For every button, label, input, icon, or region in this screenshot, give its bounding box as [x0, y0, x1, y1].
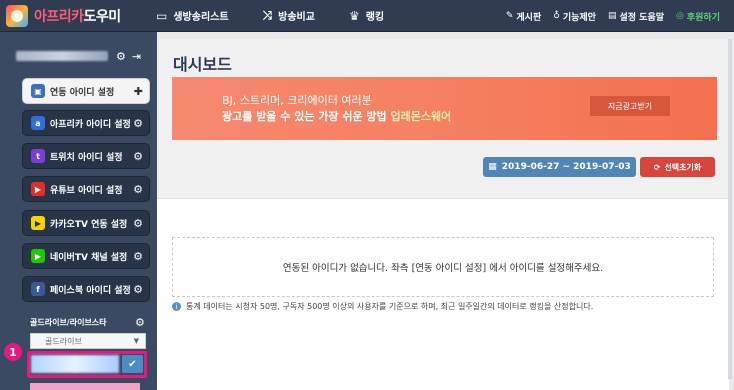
link-id-icon: ▣: [31, 84, 45, 98]
afreeca-icon: a: [31, 116, 45, 130]
logo-icon: [6, 4, 28, 27]
chevron-down-icon: ▼: [133, 337, 139, 345]
bulb-icon: ♁: [553, 11, 560, 21]
ad-text-prefix: 광고를 받을 수 있는 가장 쉬운 방법: [222, 110, 391, 123]
partial-button[interactable]: [30, 383, 140, 390]
page-title: 대시보드: [173, 55, 232, 74]
dashboard-header: 대시보드 BJ, 스트리머, 크리에이터 여러분 광고를 받을 수 있는 가장 …: [157, 39, 729, 199]
nav-item-live-list[interactable]: ▭ 생방송리스트: [156, 8, 229, 24]
twitch-icon: t: [31, 149, 45, 163]
sidebar-item-label: 유튜브 아이디 설정: [50, 185, 123, 196]
nav-item-label: 게시판: [516, 12, 542, 23]
scrollbar[interactable]: [728, 39, 732, 379]
sidebar-item-kakaotv[interactable]: ▶ 카카오TV 연동 설정 ⚙: [22, 210, 150, 236]
pencil-icon: ✎: [505, 11, 514, 21]
sidebar-item-label: 네이버TV 채널 설정: [50, 252, 128, 263]
info-icon: i: [172, 302, 181, 311]
logo-text-part2: 도우미: [83, 8, 122, 25]
date-range-button[interactable]: ▦ 2019-06-27 ~ 2019-07-03: [483, 157, 636, 177]
sidebar-item-label: 연동 아이디 설정: [50, 87, 115, 98]
nav-item-feature-request[interactable]: ♁ 기능제안: [553, 10, 596, 23]
gear-icon: ⚙: [133, 149, 143, 163]
user-name-blurred: [16, 51, 108, 61]
sidebar-item-linked-id[interactable]: ▣ 연동 아이디 설정 ✚: [22, 78, 150, 104]
step-marker: 1: [4, 343, 22, 361]
refresh-icon: ⟳: [653, 162, 661, 172]
youtube-icon: ▶: [31, 182, 45, 196]
trophy-icon: ♛: [348, 8, 360, 23]
calendar-icon: ▦: [488, 162, 497, 172]
gear-icon: ⚙: [133, 216, 143, 230]
shuffle-icon: ⤨: [262, 8, 273, 22]
nav-item-label: 후원하기: [686, 12, 720, 23]
date-range-label: 2019-06-27 ~ 2019-07-03: [501, 162, 631, 172]
facebook-icon: f: [31, 282, 45, 296]
sidebar-item-facebook[interactable]: f 페이스북 아이디 설정 ⚙: [22, 276, 150, 302]
stats-note: i 통계 데이터는 시청자 50명, 구독자 500명 이상의 사용자를 기준으…: [172, 301, 593, 312]
sidebar-item-youtube[interactable]: ▶ 유튜브 아이디 설정 ⚙: [22, 176, 150, 202]
gear-icon[interactable]: ⚙: [135, 316, 145, 329]
main-content: 대시보드 BJ, 스트리머, 크리에이터 여러분 광고를 받을 수 있는 가장 …: [157, 32, 734, 390]
main-nav: ▭ 생방송리스트 ⤨ 방송비교 ♛ 랭킹: [156, 8, 418, 23]
ad-text-line2: 광고를 받을 수 있는 가장 쉬운 방법 업레몬스웨어: [222, 108, 451, 124]
user-info: ⚙ ⇥: [16, 46, 148, 66]
nav-item-ranking[interactable]: ♛ 랭킹: [348, 8, 385, 24]
gear-icon: ⚙: [133, 249, 143, 263]
ad-cta-button[interactable]: 지금광고받기: [590, 96, 670, 116]
logout-icon[interactable]: ⇥: [132, 50, 141, 63]
book-icon: ▤: [607, 11, 617, 21]
gear-icon[interactable]: ⚙: [116, 50, 126, 63]
dashboard-card: 대시보드 BJ, 스트리머, 크리에이터 여러분 광고를 받을 수 있는 가장 …: [157, 39, 729, 390]
sidebar-item-label: 페이스북 아이디 설정: [50, 285, 131, 296]
reset-label: 선택초기화: [664, 162, 702, 172]
gold-live-id-input-blurred[interactable]: [31, 355, 119, 373]
nav-item-board[interactable]: ✎ 게시판: [506, 10, 541, 23]
ad-brand: 업레몬스웨어: [390, 110, 452, 123]
gold-live-select-value: 골드라이브: [45, 336, 82, 346]
add-user-icon: ✚: [133, 84, 143, 98]
empty-state-message: 연동된 아이디가 없습니다. 좌측 [연동 아이디 설정] 에서 아이디를 설정…: [172, 237, 714, 297]
gear-icon: ⚙: [133, 282, 143, 296]
gear-icon: ⚙: [133, 182, 143, 196]
app-logo[interactable]: 아프리카 도우미: [6, 4, 156, 27]
check-icon: ✔: [128, 358, 137, 370]
nav-item-label: 랭킹: [365, 12, 385, 23]
gold-live-select[interactable]: 골드라이브 ▼: [30, 333, 146, 349]
nav-item-label: 설정 도움말: [619, 12, 665, 23]
sidebar-item-afreeca[interactable]: a 아프리카 아이디 설정 ⚙: [22, 110, 150, 136]
nav-item-donate[interactable]: ◎ 후원하기: [676, 10, 720, 23]
navertv-icon: ▶: [31, 249, 45, 263]
nav-item-help[interactable]: ▤ 설정 도움말: [608, 10, 664, 23]
ad-text-line1: BJ, 스트리머, 크리에이터 여러분: [222, 94, 372, 107]
nav-item-label: 기능제안: [562, 12, 596, 23]
top-navigation-bar: 아프리카 도우미 ▭ 생방송리스트 ⤨ 방송비교 ♛ 랭킹 ✎ 게시판 ♁ 기능…: [0, 0, 734, 32]
gold-live-label: 골드라이브/라이브스타: [30, 318, 107, 327]
right-nav: ✎ 게시판 ♁ 기능제안 ▤ 설정 도움말 ◎ 후원하기: [494, 0, 720, 32]
money-icon: ◎: [676, 11, 684, 21]
monitor-icon: ▭: [156, 8, 168, 23]
nav-item-compare[interactable]: ⤨ 방송비교: [263, 8, 315, 23]
sidebar-item-navertv[interactable]: ▶ 네이버TV 채널 설정 ⚙: [22, 243, 150, 269]
stats-note-text: 통계 데이터는 시청자 50명, 구독자 500명 이상의 사용자를 기준으로 …: [186, 302, 594, 311]
nav-item-label: 방송비교: [278, 12, 315, 23]
confirm-button[interactable]: ✔: [122, 355, 143, 373]
nav-item-label: 생방송리스트: [173, 12, 229, 23]
sidebar-item-label: 카카오TV 연동 설정: [50, 219, 128, 230]
sidebar-item-twitch[interactable]: t 트위치 아이디 설정 ⚙: [22, 143, 150, 169]
logo-text-part1: 아프리카: [34, 8, 84, 25]
gear-icon: ⚙: [133, 116, 143, 130]
ad-banner[interactable]: BJ, 스트리머, 크리에이터 여러분 광고를 받을 수 있는 가장 쉬운 방법…: [172, 77, 717, 140]
sidebar-item-label: 트위치 아이디 설정: [50, 152, 123, 163]
sidebar-item-label: 아프리카 아이디 설정: [50, 119, 131, 130]
reset-selection-button[interactable]: ⟳ 선택초기화: [640, 157, 715, 177]
kakaotv-icon: ▶: [31, 216, 45, 230]
